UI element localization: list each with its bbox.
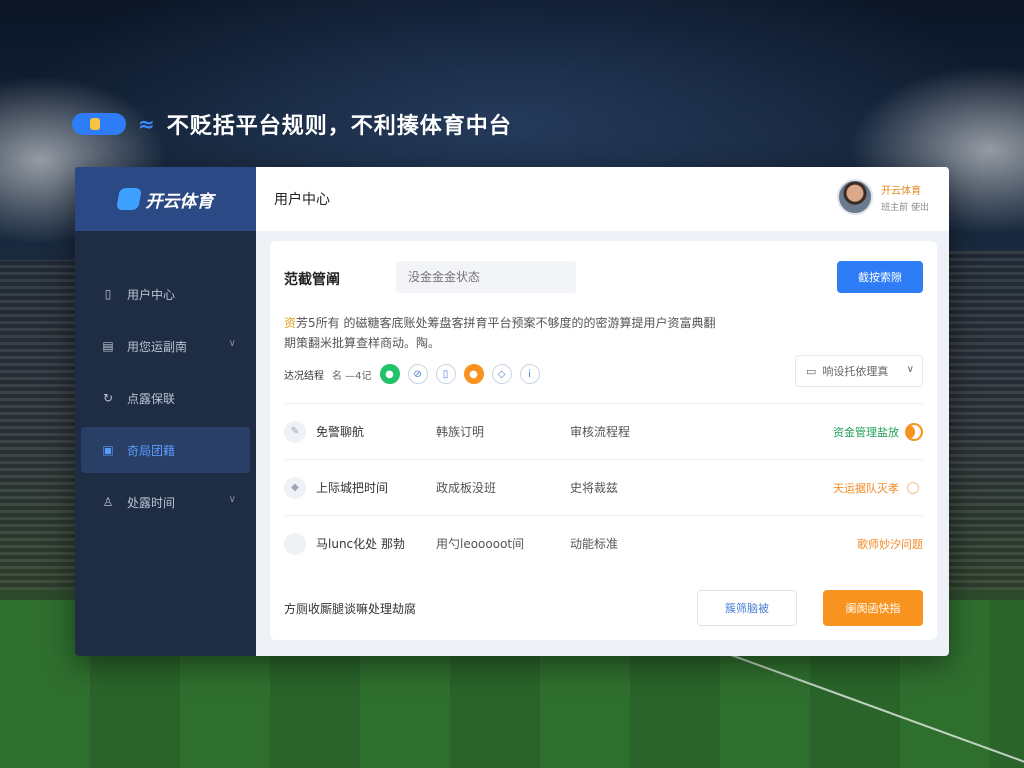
list-item[interactable]: ◆ 上际城把时间 政成板没班 史将裁兹 天运据队灭孝	[284, 459, 923, 515]
breadcrumb: 用户中心	[274, 192, 330, 208]
sidebar-item-3[interactable]: ↻ 点露保联	[81, 375, 250, 421]
list-item[interactable]: ✎ 免警聊航 韩族订明 审核流程程 资金管理盐放	[284, 403, 923, 459]
description-text: 芳5所有 的磁糖客底账处筹盘客拼育平台预案不够度的的密游算提用户资富典翻	[296, 316, 716, 330]
sidebar-nav: ▯ 用户中心 ▤ 用您运副南 ∨ ↻ 点露保联 ▣ 奇局团藉 ♙ 处露时间 ∨	[75, 231, 256, 525]
sidebar-item-label: 处露时间	[127, 495, 176, 510]
item-col3: 审核流程程	[570, 425, 631, 439]
item-col2: 韩族订明	[436, 425, 485, 439]
shield-chip-icon[interactable]: ◇	[491, 364, 512, 384]
brand-logo[interactable]: 开云体育	[75, 167, 256, 231]
user-role: 班主前 使出	[881, 202, 929, 213]
toggle-switch[interactable]	[907, 481, 919, 494]
record-list: ✎ 免警聊航 韩族订明 审核流程程 资金管理盐放 ◆ 上际城把时间 政成板没班 …	[284, 403, 923, 571]
top-banner: ≈ 不贬括平台规则，不利揍体育中台	[72, 108, 512, 140]
filter-bar: 达况结程 名 —4记 ● ⊘ ▯ ● ◇ ⅰ ▭ 响设托依理真 ∨	[284, 355, 923, 389]
secondary-button[interactable]: 簇筛脑被	[697, 590, 797, 626]
footer-note: 方厕收厮腿谈嘛处理劫腐	[284, 601, 417, 616]
folder-icon: ▣	[102, 443, 114, 457]
status-badge: 资金管理盐放	[833, 425, 899, 439]
item-name: 上际城把时间	[316, 481, 389, 495]
chevron-down-icon: ∨	[906, 364, 914, 375]
item-col2: 用勺leooooot间	[436, 537, 525, 551]
banner-title: 不贬括平台规则，不利揍体育中台	[166, 114, 512, 139]
search-input[interactable]	[396, 261, 576, 293]
status-select[interactable]: ▭ 响设托依理真 ∨	[795, 355, 923, 387]
filter-label: 达况结程	[284, 370, 324, 382]
document-icon: ▯	[104, 287, 112, 301]
alert-chip-icon[interactable]: ●	[463, 364, 484, 384]
wave-icon: ≈	[138, 112, 155, 136]
refresh-icon: ↻	[102, 391, 114, 405]
content-card: 范截管阐 截按索隙 资芳5所有 的磁糖客底账处筹盘客拼育平台预案不够度的的密游算…	[270, 241, 937, 640]
sidebar-item-label: 点露保联	[127, 391, 176, 406]
user-icon: ♙	[102, 495, 114, 509]
item-icon: ◆	[284, 476, 306, 499]
select-label: 响设托依理真	[822, 365, 889, 378]
sidebar-item-2[interactable]: ▤ 用您运副南 ∨	[81, 323, 250, 369]
chevron-down-icon: ∨	[228, 494, 236, 505]
sidebar-item-4[interactable]: ▣ 奇局团藉	[81, 427, 250, 473]
avatar[interactable]	[837, 179, 874, 215]
sidebar: 开云体育 ▯ 用户中心 ▤ 用您运副南 ∨ ↻ 点露保联 ▣ 奇局团藉 ♙ 处露…	[75, 167, 256, 656]
card-header: 范截管阐 截按索隙	[284, 261, 923, 295]
card-title: 范截管阐	[284, 272, 340, 288]
description: 资芳5所有 的磁糖客底账处筹盘客拼育平台预案不够度的的密游算提用户资富典翻 期策…	[284, 313, 804, 353]
item-icon: ✎	[284, 420, 306, 443]
description-line2: 期策翻米批算查样商动。陶。	[284, 336, 441, 350]
sidebar-item-label: 用户中心	[127, 287, 176, 302]
crowd-right	[944, 250, 1024, 590]
link-chip-icon[interactable]: ⊘	[407, 364, 428, 384]
item-col3: 动能标准	[570, 537, 619, 551]
status-badge: 歌师妙汐问题	[857, 537, 923, 551]
toggle-switch[interactable]	[905, 422, 923, 441]
app-window: 开云体育 ▯ 用户中心 ▤ 用您运副南 ∨ ↻ 点露保联 ▣ 奇局团藉 ♙ 处露…	[75, 167, 949, 656]
select-icon: ▭	[806, 364, 817, 378]
item-icon	[284, 532, 306, 555]
filter-range: 名 —4记	[332, 370, 372, 382]
sidebar-item-5[interactable]: ♙ 处露时间 ∨	[81, 479, 250, 525]
brand-name: 开云体育	[145, 191, 214, 212]
description-highlight: 资	[284, 316, 297, 330]
main-panel: 用户中心 开云体育 班主前 使出 范截管阐 截按索隙 资芳5所有 的磁糖客底账处…	[256, 167, 949, 656]
toggle-pill-icon	[72, 113, 126, 135]
item-name: 马lunc化处 那勃	[316, 537, 405, 551]
top-bar: 用户中心 开云体育 班主前 使出	[256, 167, 949, 231]
primary-button[interactable]: 截按索隙	[837, 261, 923, 293]
sidebar-item-label: 奇局团藉	[127, 443, 176, 458]
doc-chip-icon[interactable]: ▯	[435, 364, 456, 384]
item-col2: 政成板没班	[436, 481, 497, 495]
item-col3: 史将裁兹	[570, 481, 619, 495]
sidebar-item-label: 用您运副南	[127, 339, 188, 354]
confirm-button[interactable]: 阑阂函快指	[823, 590, 923, 626]
chevron-down-icon: ∨	[228, 338, 236, 349]
user-profile[interactable]: 开云体育 班主前 使出	[837, 179, 929, 215]
logo-mark-icon	[115, 188, 142, 210]
user-name: 开云体育	[881, 185, 922, 197]
card-footer: 方厕收厮腿谈嘛处理劫腐 簇筛脑被 阑阂函快指	[284, 590, 923, 626]
info-chip-icon[interactable]: ⅰ	[519, 364, 540, 384]
sidebar-item-user-center[interactable]: ▯ 用户中心	[81, 271, 250, 317]
item-name: 免警聊航	[316, 425, 365, 439]
check-chip-icon[interactable]: ●	[379, 364, 400, 384]
status-badge: 天运据队灭孝	[833, 481, 899, 495]
list-item[interactable]: 马lunc化处 那勃 用勺leooooot间 动能标准 歌师妙汐问题	[284, 515, 923, 571]
calendar-icon: ▤	[102, 339, 114, 353]
crowd-left	[0, 260, 80, 590]
